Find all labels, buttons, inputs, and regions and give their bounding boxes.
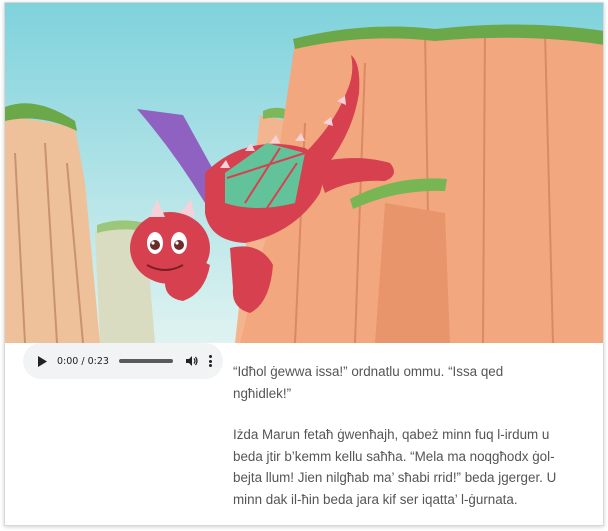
time-display: 0:00 / 0:23 xyxy=(57,356,109,367)
more-vert-icon xyxy=(209,355,213,358)
volume-button[interactable] xyxy=(185,354,199,368)
dragon-head xyxy=(130,212,210,284)
duration: 0:23 xyxy=(87,355,109,367)
story-text: “Idħol ġewwa issa!” ordnatlu ommu. “Issa… xyxy=(233,361,559,525)
volume-icon xyxy=(185,356,198,366)
seek-bar[interactable] xyxy=(118,359,173,363)
story-paragraph: “Idħol ġewwa issa!” ordnatlu ommu. “Issa… xyxy=(233,364,504,401)
audio-player: 0:00 / 0:23 xyxy=(23,343,223,379)
dragon-illustration xyxy=(5,3,603,343)
time-separator: / xyxy=(78,355,88,367)
play-icon xyxy=(38,355,47,367)
play-button[interactable] xyxy=(35,354,49,368)
current-time: 0:00 xyxy=(57,355,79,367)
illustration-svg xyxy=(5,3,603,343)
more-options-button[interactable] xyxy=(207,354,215,368)
story-paragraph: Iżda Marun fetaħ ġwenħajh, qabeż minn fu… xyxy=(233,427,557,507)
story-card: 0:00 / 0:23 “Idħol ġewwa issa!” ordnatlu… xyxy=(4,2,604,526)
